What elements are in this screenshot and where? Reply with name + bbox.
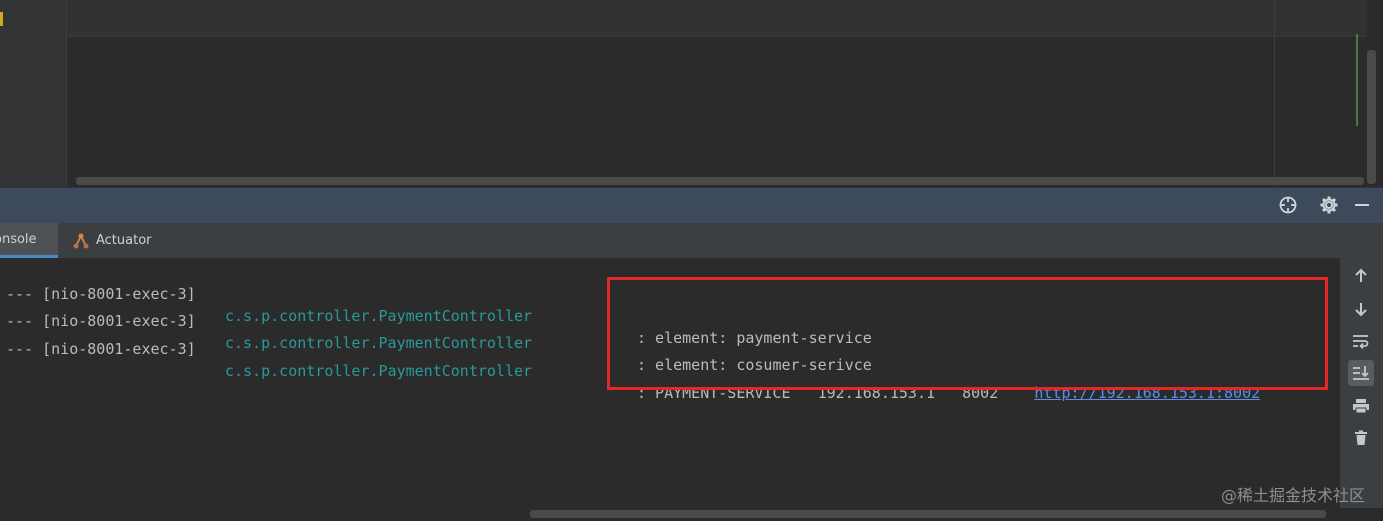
highlight-box: [607, 277, 1328, 390]
editor-gutter: [0, 0, 67, 187]
console-line: --- [nio-8001-exec-3] c.s.p.controller.P…: [0, 261, 872, 347]
thread-prefix: --- [nio-8001-exec-3]: [6, 340, 196, 358]
arrow-down-icon[interactable]: [1348, 296, 1374, 322]
console-horizontal-scrollbar[interactable]: [530, 510, 1326, 518]
print-icon[interactable]: [1348, 393, 1374, 419]
tab-console[interactable]: onsole: [0, 223, 58, 258]
editor-vertical-scrollbar[interactable]: [1367, 50, 1376, 184]
gear-icon[interactable]: [1318, 194, 1340, 216]
editor-horizontal-scrollbar[interactable]: [76, 177, 1364, 185]
current-line-highlight: [67, 0, 1367, 37]
right-margin-guide: [1274, 0, 1275, 187]
gutter-marker: [0, 12, 3, 26]
logger-name: c.s.p.controller.PaymentController: [225, 334, 533, 352]
logger-name: c.s.p.controller.PaymentController: [225, 307, 533, 325]
tab-actuator-label: Actuator: [96, 233, 152, 248]
minimize-icon[interactable]: [1351, 194, 1373, 216]
console-line: --- [nio-8001-exec-3] c.s.p.controller.P…: [0, 288, 872, 374]
actuator-icon: [72, 232, 90, 250]
tab-actuator[interactable]: Actuator: [70, 223, 160, 258]
console-line: --- [nio-8001-exec-3] c.s.p.controller.P…: [0, 316, 1260, 402]
change-marker: [1356, 34, 1358, 126]
tool-window-tabs: onsole Actuator: [0, 223, 1383, 259]
arrow-up-icon[interactable]: [1348, 263, 1374, 289]
code-editor[interactable]: [0, 0, 1383, 187]
console-toolbar: [1340, 258, 1383, 508]
tab-console-label: onsole: [0, 231, 37, 247]
scroll-to-end-icon[interactable]: [1348, 360, 1374, 386]
code-area[interactable]: [67, 0, 1367, 187]
tool-window-header: [0, 187, 1383, 224]
watermark: @稀土掘金技术社区: [1220, 486, 1365, 505]
soft-wrap-icon[interactable]: [1348, 328, 1374, 354]
crosshair-icon[interactable]: [1277, 194, 1299, 216]
logger-name: c.s.p.controller.PaymentController: [225, 362, 533, 380]
trash-icon[interactable]: [1348, 425, 1374, 451]
